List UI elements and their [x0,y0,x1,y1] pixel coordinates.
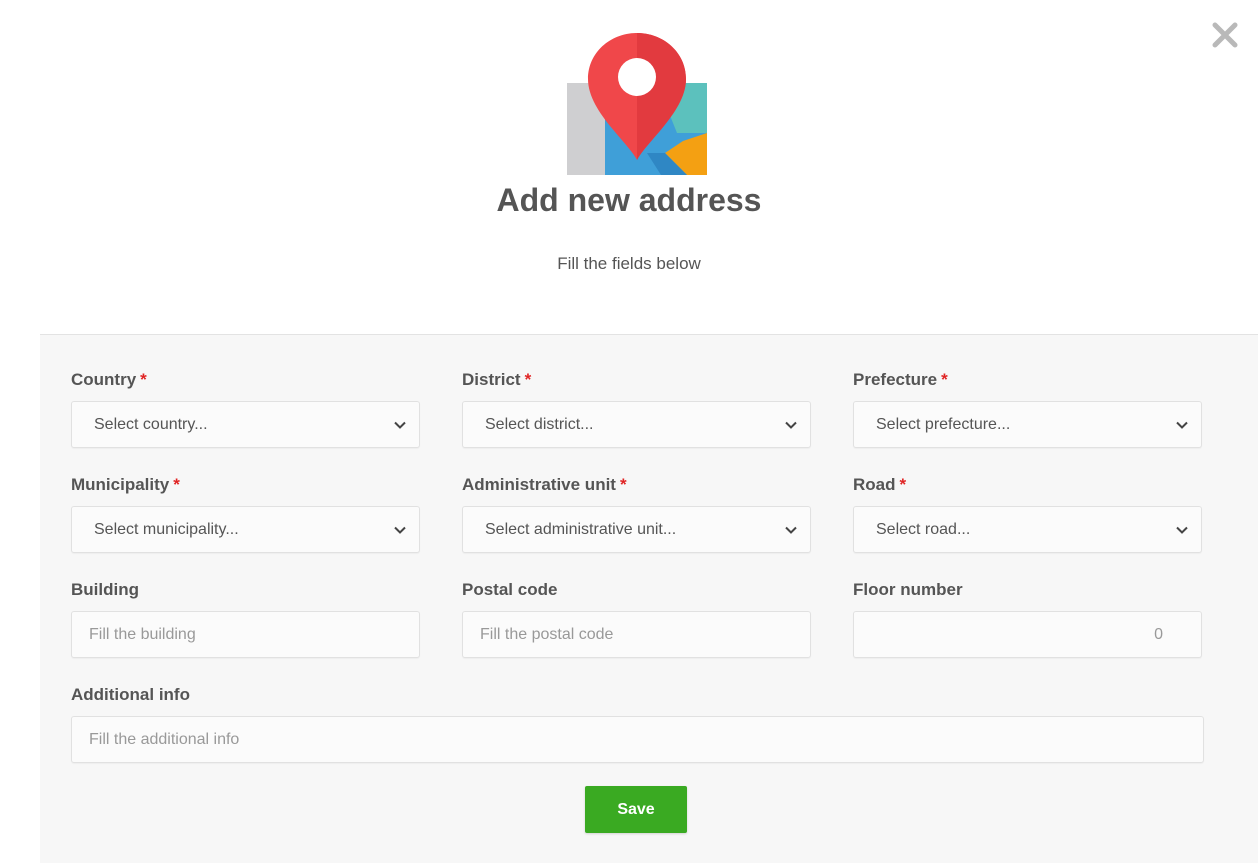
administrative-unit-select-value: Select administrative unit... [485,520,677,538]
required-mark: * [619,475,627,494]
country-select-value: Select country... [94,415,208,433]
required-mark: * [899,475,907,494]
administrative-unit-field: Administrative unit * Select administrati… [462,473,811,553]
administrative-unit-label-text: Administrative unit [462,475,616,494]
municipality-label-text: Municipality [71,475,170,494]
municipality-select-value: Select municipality... [94,520,239,538]
municipality-select[interactable]: Select municipality... [71,506,420,553]
road-label: Road * [853,473,1202,497]
chevron-down-icon [1176,421,1188,429]
prefecture-label-text: Prefecture [853,370,938,389]
district-label-text: District [462,370,521,389]
district-select[interactable]: Select district... [462,401,811,448]
prefecture-select-value: Select prefecture... [876,415,1011,433]
road-select[interactable]: Select road... [853,506,1202,553]
dialog-title: Add new address [496,182,762,218]
building-input[interactable] [72,612,419,657]
chevron-down-icon [394,421,406,429]
additional-info-input[interactable] [72,717,1203,762]
district-field: District * Select district... [462,368,811,448]
dialog-header: Add new address Fill the fields below [0,0,1258,334]
administrative-unit-label: Administrative unit * [462,473,811,497]
road-select-value: Select road... [876,520,971,538]
road-label-text: Road [853,475,896,494]
additional-info-label: Additional info [71,685,190,704]
save-button[interactable]: Save [585,786,687,833]
country-label: Country * [71,368,420,392]
chevron-down-icon [1176,526,1188,534]
building-field: Building [71,578,420,658]
required-mark: * [173,475,180,494]
administrative-unit-select[interactable]: Select administrative unit... [462,506,811,553]
close-button[interactable] [1208,18,1242,52]
chevron-down-icon [785,526,797,534]
address-form: Country * Select country... District * Sel… [40,335,1258,863]
municipality-field: Municipality * Select municipality... [71,473,420,553]
chevron-down-icon [394,526,406,534]
prefecture-label: Prefecture * [853,368,1202,392]
floor-number-label: Floor number [853,580,963,599]
prefecture-select[interactable]: Select prefecture... [853,401,1202,448]
district-label: District * [462,368,811,392]
postal-code-field: Postal code [462,578,811,658]
chevron-down-icon [785,421,797,429]
floor-number-input-wrapper [853,611,1202,658]
dialog-subtitle: Fill the fields below [557,254,701,273]
building-label: Building [71,580,139,599]
additional-info-field: Additional info [71,683,1204,763]
country-field: Country * Select country... [71,368,420,448]
postal-code-input[interactable] [463,612,810,657]
required-mark: * [941,370,948,389]
required-mark: * [524,370,532,389]
road-field: Road * Select road... [853,473,1202,553]
country-label-text: Country [71,370,137,389]
floor-number-input[interactable] [854,612,1201,657]
district-select-value: Select district... [485,415,594,433]
country-select[interactable]: Select country... [71,401,420,448]
postal-code-input-wrapper [462,611,811,658]
building-input-wrapper [71,611,420,658]
postal-code-label: Postal code [462,580,558,599]
required-mark: * [140,370,147,389]
prefecture-field: Prefecture * Select prefecture... [853,368,1202,448]
close-icon[interactable] [1210,20,1240,50]
municipality-label: Municipality * [71,473,420,497]
map-location-icon [567,33,707,175]
additional-info-input-wrapper [71,716,1204,763]
floor-number-field: Floor number [853,578,1202,658]
